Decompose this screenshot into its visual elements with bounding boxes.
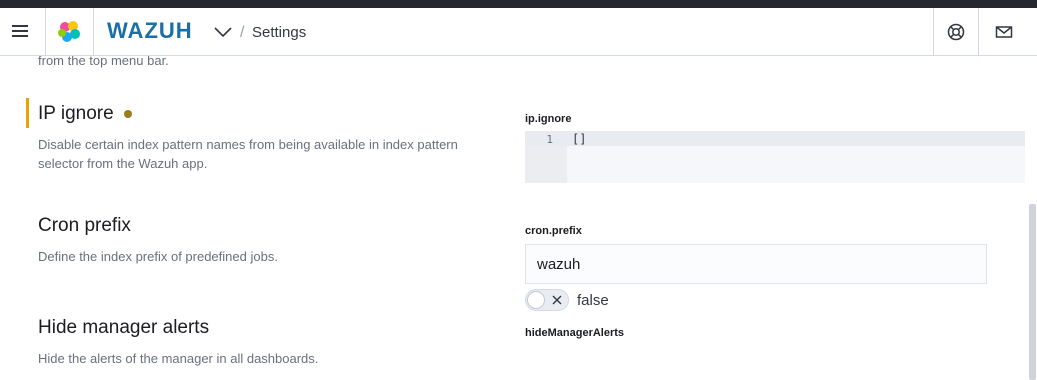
- mail-icon[interactable]: [994, 22, 1014, 42]
- setting-description-hide-manager-alerts: Hide the alerts of the manager in all da…: [38, 351, 319, 366]
- editor-code[interactable]: []: [572, 132, 586, 146]
- ip-ignore-code-editor[interactable]: 1 []: [525, 131, 1025, 183]
- setting-title-hide-manager-alerts: Hide manager alerts: [38, 317, 210, 338]
- menu-icon[interactable]: [10, 22, 32, 42]
- help-icon[interactable]: [946, 22, 966, 42]
- wazuh-logo-icon[interactable]: [56, 20, 82, 44]
- field-label-cron-prefix: cron.prefix: [525, 225, 582, 237]
- scrollbar-thumb[interactable]: [1029, 204, 1036, 380]
- browser-top-strip: [0, 0, 1037, 8]
- modified-dot: [123, 109, 132, 118]
- setting-description-cron-prefix: Define the index prefix of predefined jo…: [38, 249, 278, 264]
- header-divider: [93, 8, 94, 56]
- editor-active-line: [525, 131, 1025, 146]
- editor-body[interactable]: [567, 146, 1025, 183]
- breadcrumb-settings[interactable]: Settings: [252, 24, 306, 41]
- header-divider: [978, 8, 979, 56]
- line-number: 1: [546, 133, 553, 146]
- header-divider: [45, 8, 46, 56]
- app-header: WAZUH / Settings: [0, 8, 1037, 56]
- setting-title-cron-prefix: Cron prefix: [38, 215, 131, 236]
- header-divider: [933, 8, 934, 56]
- settings-content: from the top menu bar. IP ignore Disable…: [0, 56, 1029, 380]
- previous-setting-description: from the top menu bar.: [38, 56, 169, 68]
- switch-knob: [527, 291, 545, 309]
- cron-prefix-input[interactable]: [525, 244, 987, 284]
- field-label-ip-ignore: ip.ignore: [525, 113, 572, 125]
- brand-name[interactable]: WAZUH: [107, 18, 193, 44]
- setting-description-ip-ignore: Disable certain index pattern names from…: [38, 137, 458, 171]
- setting-title-ip-ignore: IP ignore: [38, 103, 132, 125]
- chevron-down-icon[interactable]: [213, 25, 233, 39]
- modified-indicator-bar: [26, 98, 29, 128]
- hide-manager-alerts-switch[interactable]: [525, 289, 569, 311]
- switch-state-label: false: [577, 292, 609, 309]
- breadcrumb-separator: /: [240, 24, 245, 41]
- close-icon: [552, 295, 562, 305]
- field-label-hide-manager-alerts: hideManagerAlerts: [525, 327, 625, 339]
